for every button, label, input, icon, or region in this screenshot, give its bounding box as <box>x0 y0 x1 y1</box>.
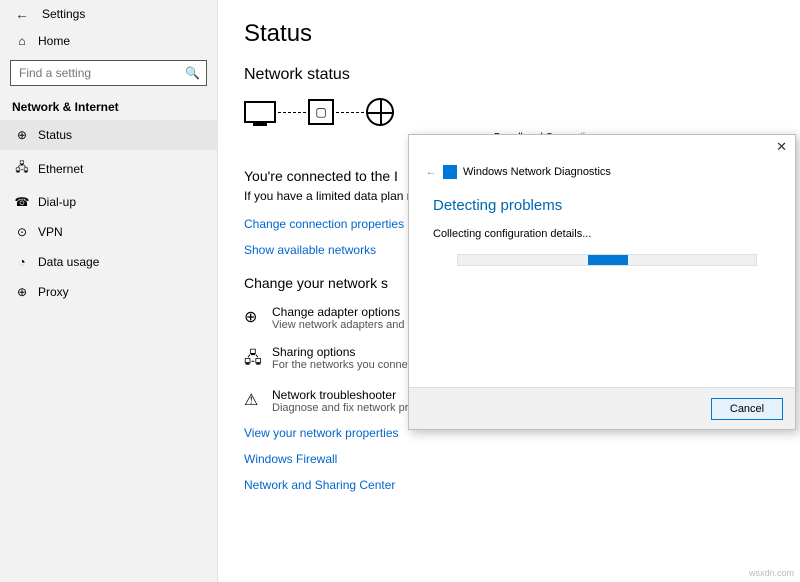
sharing-icon: 🖧 <box>244 345 272 374</box>
pc-icon <box>244 101 276 123</box>
page-title: Status <box>244 20 774 48</box>
sidebar-item-label: Proxy <box>32 285 69 299</box>
sidebar-item-vpn[interactable]: ⊙ VPN <box>0 217 217 247</box>
option-subtitle: For the networks you conne <box>272 359 408 371</box>
link-network-sharing-center[interactable]: Network and Sharing Center <box>244 478 774 492</box>
sidebar-item-dialup[interactable]: ☎ Dial-up <box>0 187 217 217</box>
sidebar-item-ethernet[interactable]: 🖧 Ethernet <box>0 150 217 187</box>
search-icon: 🔍 <box>185 66 200 80</box>
diagnostics-dialog: ✕ ← Windows Network Diagnostics Detectin… <box>408 134 796 430</box>
option-title: Sharing options <box>272 345 408 359</box>
settings-window: ← Settings ⌂ Home 🔍 Network & Internet ⊕… <box>0 0 800 582</box>
option-title: Change adapter options <box>272 305 405 319</box>
dialog-back-icon[interactable]: ← <box>423 166 439 178</box>
diagram-line <box>278 112 306 113</box>
sidebar-item-label: VPN <box>32 225 63 239</box>
network-diagram: ▢ <box>244 98 774 126</box>
app-title: Settings <box>34 7 85 21</box>
home-icon: ⌂ <box>12 34 32 48</box>
dialup-icon: ☎ <box>12 195 32 209</box>
sidebar-item-label: Data usage <box>32 255 99 269</box>
sidebar-item-proxy[interactable]: ⊕ Proxy <box>0 277 217 307</box>
status-icon: ⊕ <box>12 128 32 142</box>
diagram-line <box>336 112 364 113</box>
progress-chunk <box>588 255 628 265</box>
sidebar-home[interactable]: ⌂ Home <box>0 26 217 54</box>
troubleshooter-icon: ⚠ <box>244 388 272 414</box>
progress-bar <box>457 254 757 266</box>
sidebar: ← Settings ⌂ Home 🔍 Network & Internet ⊕… <box>0 0 218 582</box>
sidebar-section-heading: Network & Internet <box>0 94 217 120</box>
router-icon: ▢ <box>308 99 334 125</box>
close-button[interactable]: ✕ <box>776 139 787 155</box>
ethernet-icon: 🖧 <box>12 158 32 179</box>
link-windows-firewall[interactable]: Windows Firewall <box>244 452 774 466</box>
adapter-icon: ⊕ <box>244 305 272 331</box>
vpn-icon: ⊙ <box>12 225 32 239</box>
sidebar-item-status[interactable]: ⊕ Status <box>0 120 217 150</box>
watermark: wsxdn.com <box>749 568 794 578</box>
sidebar-item-label: Ethernet <box>32 162 83 176</box>
cancel-button[interactable]: Cancel <box>711 398 783 420</box>
search-box[interactable]: 🔍 <box>10 60 207 86</box>
search-input[interactable] <box>17 65 185 81</box>
option-subtitle: View network adapters and <box>272 319 405 331</box>
dialog-message: Collecting configuration details... <box>433 228 771 240</box>
sidebar-item-datausage[interactable]: ◔ Data usage <box>0 247 217 277</box>
dialog-heading: Detecting problems <box>433 197 771 214</box>
sidebar-item-label: Dial-up <box>32 195 76 209</box>
diagnostics-icon <box>443 165 457 179</box>
back-button[interactable]: ← <box>10 6 34 22</box>
dialog-window-title: Windows Network Diagnostics <box>463 166 611 178</box>
sidebar-item-label: Status <box>32 128 72 142</box>
section-network-status: Network status <box>244 66 774 84</box>
globe-icon <box>366 98 394 126</box>
proxy-icon: ⊕ <box>12 285 32 299</box>
home-label: Home <box>32 34 70 48</box>
datausage-icon: ◔ <box>12 255 32 269</box>
